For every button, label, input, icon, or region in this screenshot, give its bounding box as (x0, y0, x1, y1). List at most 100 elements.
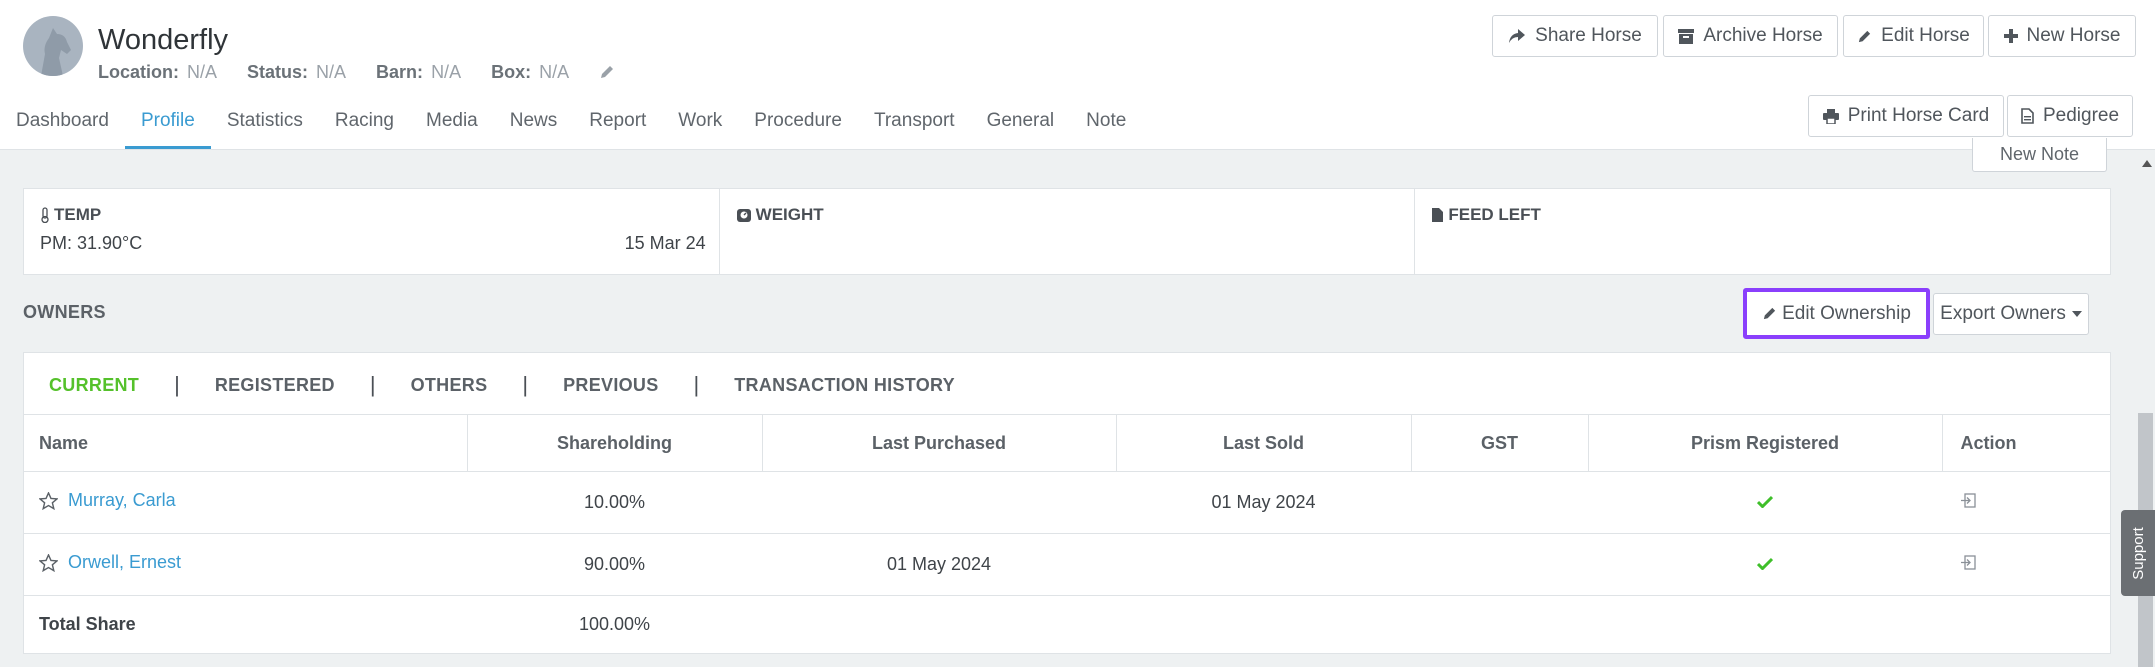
sign-in-icon[interactable] (1960, 555, 1976, 570)
print-horse-card-label: Print Horse Card (1847, 105, 1990, 126)
subtab-transaction-history[interactable]: TRANSACTION HISTORY (734, 375, 955, 396)
owner-name-cell: Orwell, Ernest (24, 533, 467, 596)
tab-work[interactable]: Work (662, 107, 738, 149)
edit-ownership-button[interactable]: Edit Ownership (1743, 288, 1930, 339)
edit-location-pencil-icon[interactable] (599, 64, 617, 82)
subtab-separator: | (522, 372, 529, 397)
column-header-action: Action (1942, 414, 2110, 472)
check-icon (1756, 557, 1774, 571)
owner-name-cell: Murray, Carla (24, 471, 467, 534)
action-cell (1942, 471, 2110, 534)
location-value: N/A (187, 62, 218, 82)
temp-date: 15 Mar 24 (624, 233, 706, 253)
owner-name[interactable]: Murray, Carla (68, 490, 176, 511)
owners-card: CURRENT | REGISTERED | OTHERS | PREVIOUS… (23, 352, 2111, 654)
column-header-gst[interactable]: GST (1411, 414, 1589, 472)
pencil-icon (1763, 307, 1776, 320)
action-cell (1942, 533, 2110, 596)
archive-horse-button[interactable]: Archive Horse (1663, 15, 1838, 57)
horse-meta: Location: N/A Status: N/A Barn: N/A Box: N/A (98, 62, 617, 83)
temp-value: PM: 31.90°C (40, 233, 143, 253)
edit-horse-button[interactable]: Edit Horse (1843, 15, 1984, 57)
status-label: Status: (247, 62, 309, 82)
export-owners-label: Export Owners (1940, 303, 2066, 324)
column-header-last-purchased[interactable]: Last Purchased (762, 414, 1117, 472)
pencil-icon (1859, 30, 1871, 42)
pedigree-button[interactable]: Pedigree (2007, 95, 2133, 137)
column-header-prism-registered[interactable]: Prism Registered (1588, 414, 1943, 472)
archive-horse-label: Archive Horse (1703, 25, 1823, 46)
feed-left-label: FEED LEFT (1448, 205, 1541, 224)
horse-name: Wonderfly (98, 24, 229, 56)
column-header-name[interactable]: Name (24, 414, 468, 472)
tab-note[interactable]: Note (1070, 107, 1142, 149)
subtab-registered[interactable]: REGISTERED (215, 375, 335, 396)
new-horse-label: New Horse (2026, 25, 2121, 46)
document-icon (2021, 108, 2034, 124)
check-icon (1756, 495, 1774, 509)
subtab-separator: | (174, 372, 180, 397)
barn-label: Barn: (376, 62, 424, 82)
subtab-current[interactable]: CURRENT (49, 375, 139, 396)
owner-link[interactable]: Orwell, Ernest (39, 552, 181, 573)
tab-profile[interactable]: Profile (124, 107, 211, 149)
tab-media[interactable]: Media (410, 107, 494, 149)
last-sold-cell (1116, 533, 1411, 596)
print-horse-card-button[interactable]: Print Horse Card (1808, 95, 2004, 137)
prism-registered-cell (1588, 533, 1942, 596)
total-share-row: Total Share 100.00% (24, 596, 2110, 653)
owners-subtabs: CURRENT | REGISTERED | OTHERS | PREVIOUS… (49, 372, 955, 398)
scale-icon (736, 209, 751, 222)
support-tab[interactable]: Support (2121, 510, 2155, 596)
tab-general[interactable]: General (971, 107, 1071, 149)
column-header-last-sold[interactable]: Last Sold (1116, 414, 1412, 472)
star-outline-icon[interactable] (39, 491, 58, 510)
last-sold-cell: 01 May 2024 (1116, 471, 1411, 534)
tab-dashboard[interactable]: Dashboard (0, 107, 125, 149)
file-icon (1432, 208, 1444, 222)
tab-transport[interactable]: Transport (858, 107, 971, 149)
owner-link[interactable]: Murray, Carla (39, 490, 176, 511)
table-row: Murray, Carla 10.00% 01 May 2024 (24, 471, 2110, 534)
owners-section-title: OWNERS (23, 302, 106, 322)
tab-report[interactable]: Report (573, 107, 662, 149)
feed-left-stat: FEED LEFT (1415, 189, 2110, 274)
scroll-up-arrow-icon[interactable] (2142, 160, 2152, 167)
export-owners-dropdown[interactable]: Export Owners (1933, 293, 2089, 335)
owner-name[interactable]: Orwell, Ernest (68, 552, 181, 573)
box-label: Box: (491, 62, 532, 82)
edit-ownership-label: Edit Ownership (1782, 302, 1911, 324)
page-header: Wonderfly Location: N/A Status: N/A Barn: N… (0, 0, 2155, 150)
temp-label: TEMP (54, 205, 102, 224)
shareholding-cell: 90.00% (467, 533, 762, 596)
sign-in-icon[interactable] (1960, 493, 1976, 508)
status-value: N/A (316, 62, 347, 82)
owners-table: Name Shareholding Last Purchased Last So… (24, 414, 2110, 652)
profile-tabs: Dashboard Profile Statistics Racing Medi… (0, 107, 1142, 149)
star-outline-icon[interactable] (39, 553, 58, 572)
new-note-button[interactable]: New Note (1972, 138, 2107, 172)
pedigree-label: Pedigree (2042, 105, 2120, 126)
share-horse-button[interactable]: Share Horse (1492, 15, 1658, 57)
subtab-others[interactable]: OTHERS (411, 375, 488, 396)
shareholding-cell: 10.00% (467, 471, 762, 534)
table-header-row: Name Shareholding Last Purchased Last So… (24, 414, 2110, 472)
tab-racing[interactable]: Racing (319, 107, 410, 149)
print-icon (1822, 108, 1839, 124)
new-horse-button[interactable]: New Horse (1988, 15, 2136, 57)
gst-cell (1411, 471, 1588, 534)
tab-statistics[interactable]: Statistics (211, 107, 319, 149)
subtab-separator: | (693, 372, 700, 397)
share-horse-label: Share Horse (1535, 25, 1642, 46)
total-share-value: 100.00% (578, 613, 651, 634)
stats-panel: TEMP PM: 31.90°C 15 Mar 24 WEIGHT FEED L… (23, 188, 2111, 275)
column-header-shareholding[interactable]: Shareholding (467, 414, 763, 472)
last-purchased-cell (762, 471, 1116, 534)
tab-news[interactable]: News (494, 107, 574, 149)
support-label: Support (2129, 526, 2147, 580)
weight-heading: WEIGHT (736, 205, 824, 225)
subtab-previous[interactable]: PREVIOUS (563, 375, 658, 396)
tab-procedure[interactable]: Procedure (738, 107, 858, 149)
thermometer-icon (41, 207, 49, 223)
caret-down-icon (2071, 311, 2082, 317)
